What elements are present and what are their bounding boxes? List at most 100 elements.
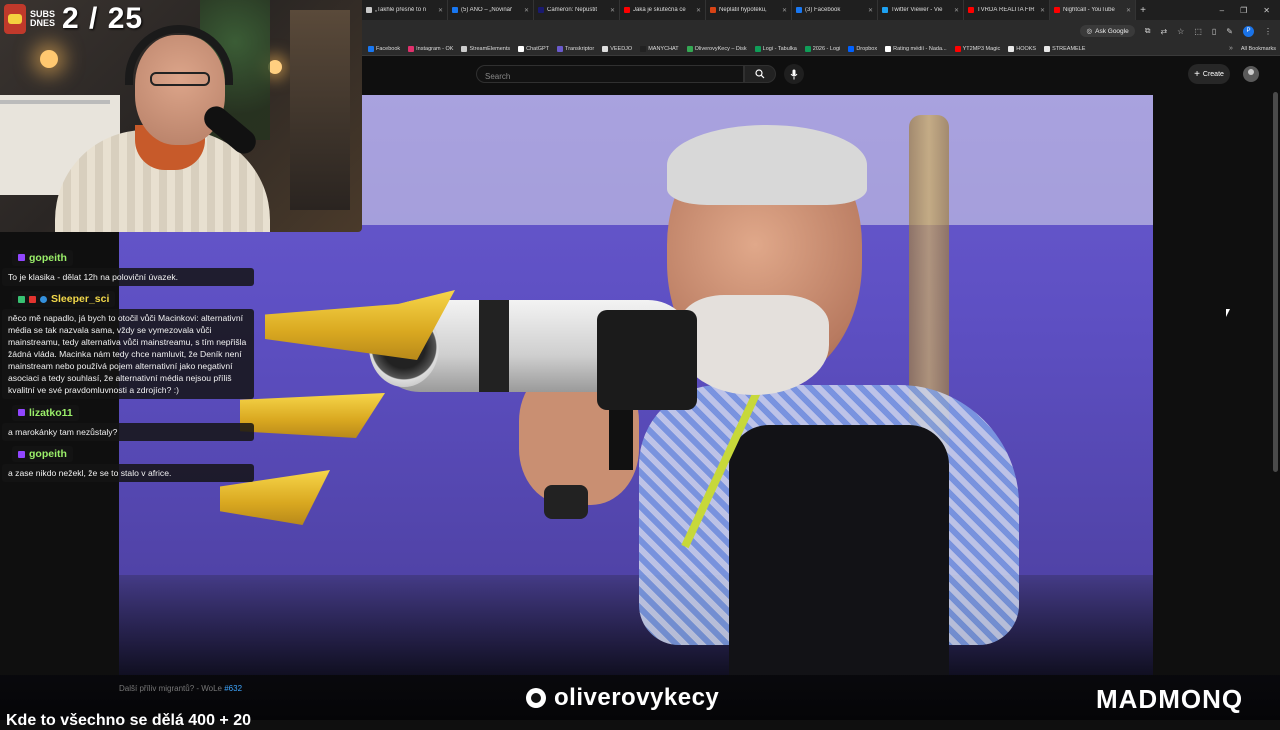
minimize-icon[interactable]: – [1220,6,1224,15]
browser-tab[interactable]: Cameron: Nepustit ✕ [534,0,620,20]
search-input[interactable] [477,67,727,86]
bookmark-item[interactable]: Instagram - OK [408,45,454,52]
profile-avatar[interactable]: P [1243,25,1254,37]
bookmark-item[interactable]: ChatGPT [518,45,550,52]
youtube-icon [968,7,974,13]
close-icon[interactable]: ✕ [1126,7,1131,14]
browser-tab[interactable]: TVRDÁ REALITA FIR ✕ [964,0,1050,20]
browser-tab[interactable]: Twitter Viewer - Vie ✕ [878,0,964,20]
google-drive-icon [686,45,693,52]
chat-text: a marokánky tam nezůstaly? [2,422,254,441]
close-icon[interactable]: ✕ [438,7,443,14]
chat-username-tag: lizatko11 [12,404,79,421]
new-tab-button[interactable]: + [1136,5,1150,16]
chat-text: a zase nikdo nežekl, že se to stalo v af… [2,464,254,482]
youtube-icon [1054,7,1060,13]
glasses [150,72,210,86]
tab-favicon-icon [366,7,372,13]
chat-message: Sleeper_sci něco mě napadlo, já bych to … [0,290,270,399]
account-avatar[interactable] [1243,66,1259,82]
tab-label: (5) ANO – „Novinář [461,7,513,13]
chat-username: gopeith [29,251,67,264]
translate-icon[interactable]: ⇄ [1160,27,1167,36]
browser-tab[interactable]: (5) ANO – „Novinář ✕ [448,0,534,20]
sponsor-logo: MADMONQ [1096,684,1243,715]
close-icon[interactable]: ✕ [610,7,615,14]
close-icon[interactable]: ✕ [524,7,529,14]
bookmark-label: Instagram - OK [416,45,454,52]
page-scrollbar[interactable] [1273,92,1278,472]
transkriptor-icon [557,45,564,52]
bookmark-item[interactable]: MANYCHAT [640,45,679,52]
edit-icon[interactable]: ✎ [1226,27,1233,36]
more-bookmarks-icon[interactable]: » [1229,45,1233,52]
youtube-icon [624,7,630,13]
voice-search-button[interactable] [784,64,804,84]
dropbox-icon [848,45,855,52]
bookmark-item[interactable]: Logi - Tabulka [754,45,797,52]
tripod-mount [609,410,633,470]
close-window-icon[interactable]: ✕ [1263,6,1270,15]
subs-mascot-icon [4,4,26,34]
bookmarks-bar: Facebook Instagram - OK StreamElements C… [362,42,1280,56]
facebook-icon [452,7,458,13]
bookmark-label: Transkriptor [565,45,595,52]
bookmark-item[interactable]: 2026 - Logi [804,45,841,52]
create-button[interactable]: + Create [1188,64,1230,84]
video-hashtag[interactable]: #632 [224,684,242,693]
camera-body [597,310,697,410]
video-title-text: Další příliv migrantů? - WoLe [119,684,222,693]
create-label: Create [1202,70,1224,78]
person-beard [679,295,829,395]
browser-tab[interactable]: Jaká je skutečná ce ✕ [620,0,706,20]
bookmark-item[interactable]: VEEDJO [602,45,632,52]
bookmark-item[interactable]: Facebook [368,45,400,52]
plus-icon: + [1194,68,1200,80]
bookmark-label: HOOKS [1016,45,1037,52]
video-title[interactable]: Další příliv migrantů? - WoLe #632 [119,684,242,693]
all-bookmarks-button[interactable]: All Bookmarks [1241,46,1280,52]
bookmark-item[interactable]: Rating médií - Nada... [885,45,947,52]
browser-tab[interactable]: „Takhle přesně to n ✕ [362,0,448,20]
window-controls: – ❐ ✕ [1220,0,1280,20]
bookmark-item[interactable]: OliverovyKecy – Disk [686,45,747,52]
bookmark-label: Dropbox [856,45,878,52]
bookmark-label: ChatGPT [526,45,550,52]
ask-google-label: Ask Google [1095,27,1129,35]
tab-label: (3) Facebook [805,7,841,13]
bookmark-item[interactable]: Transkriptor [557,45,595,52]
more-menu-icon[interactable]: ⋮ [1264,27,1272,36]
channel-handle: oliverovykecy [526,684,719,712]
close-icon[interactable]: ✕ [1040,7,1045,14]
close-icon[interactable]: ✕ [868,7,873,14]
bookmark-item[interactable]: StreamElements [461,45,510,52]
twitter-icon [882,7,888,13]
bookmark-item[interactable]: Dropbox [848,45,878,52]
search-button[interactable] [744,65,776,83]
google-sheets-icon [804,45,811,52]
close-icon[interactable]: ✕ [954,7,959,14]
browser-tab[interactable]: (3) Facebook ✕ [792,0,878,20]
webcam-lamp [40,50,58,68]
close-icon[interactable]: ✕ [696,7,701,14]
bookmark-label: 2026 - Logi [812,45,841,52]
bookmark-star-icon[interactable]: ☆ [1177,27,1184,36]
bookmark-item[interactable]: YT2MP3 Magic [954,45,1000,52]
chat-message: gopeith a zase nikdo nežekl, že se to st… [0,445,270,482]
channel-handle-text: oliverovykecy [554,684,720,711]
tab-label: Cameron: Nepustit [547,7,598,13]
folder-icon [1044,45,1051,52]
chatgpt-icon [518,45,525,52]
extensions-icon[interactable]: ⬚ [1194,27,1202,36]
sidebar-icon[interactable]: ▯ [1212,27,1216,36]
close-icon[interactable]: ✕ [782,7,787,14]
browser-tab-active[interactable]: Nightcall - YouTube ✕ [1050,0,1136,20]
bookmark-folder[interactable]: STREAMELE [1044,45,1085,52]
browser-tab[interactable]: Neplatil hypotéku, ✕ [706,0,792,20]
maximize-icon[interactable]: ❐ [1240,6,1247,15]
folder-icon [1008,45,1015,52]
chat-text: To je klasika - dělat 12h na poloviční ú… [2,267,254,286]
bookmark-folder[interactable]: HOOKS [1008,45,1037,52]
copy-icon[interactable]: ⧉ [1145,26,1151,36]
ask-google-button[interactable]: ◎ Ask Google [1080,25,1135,37]
